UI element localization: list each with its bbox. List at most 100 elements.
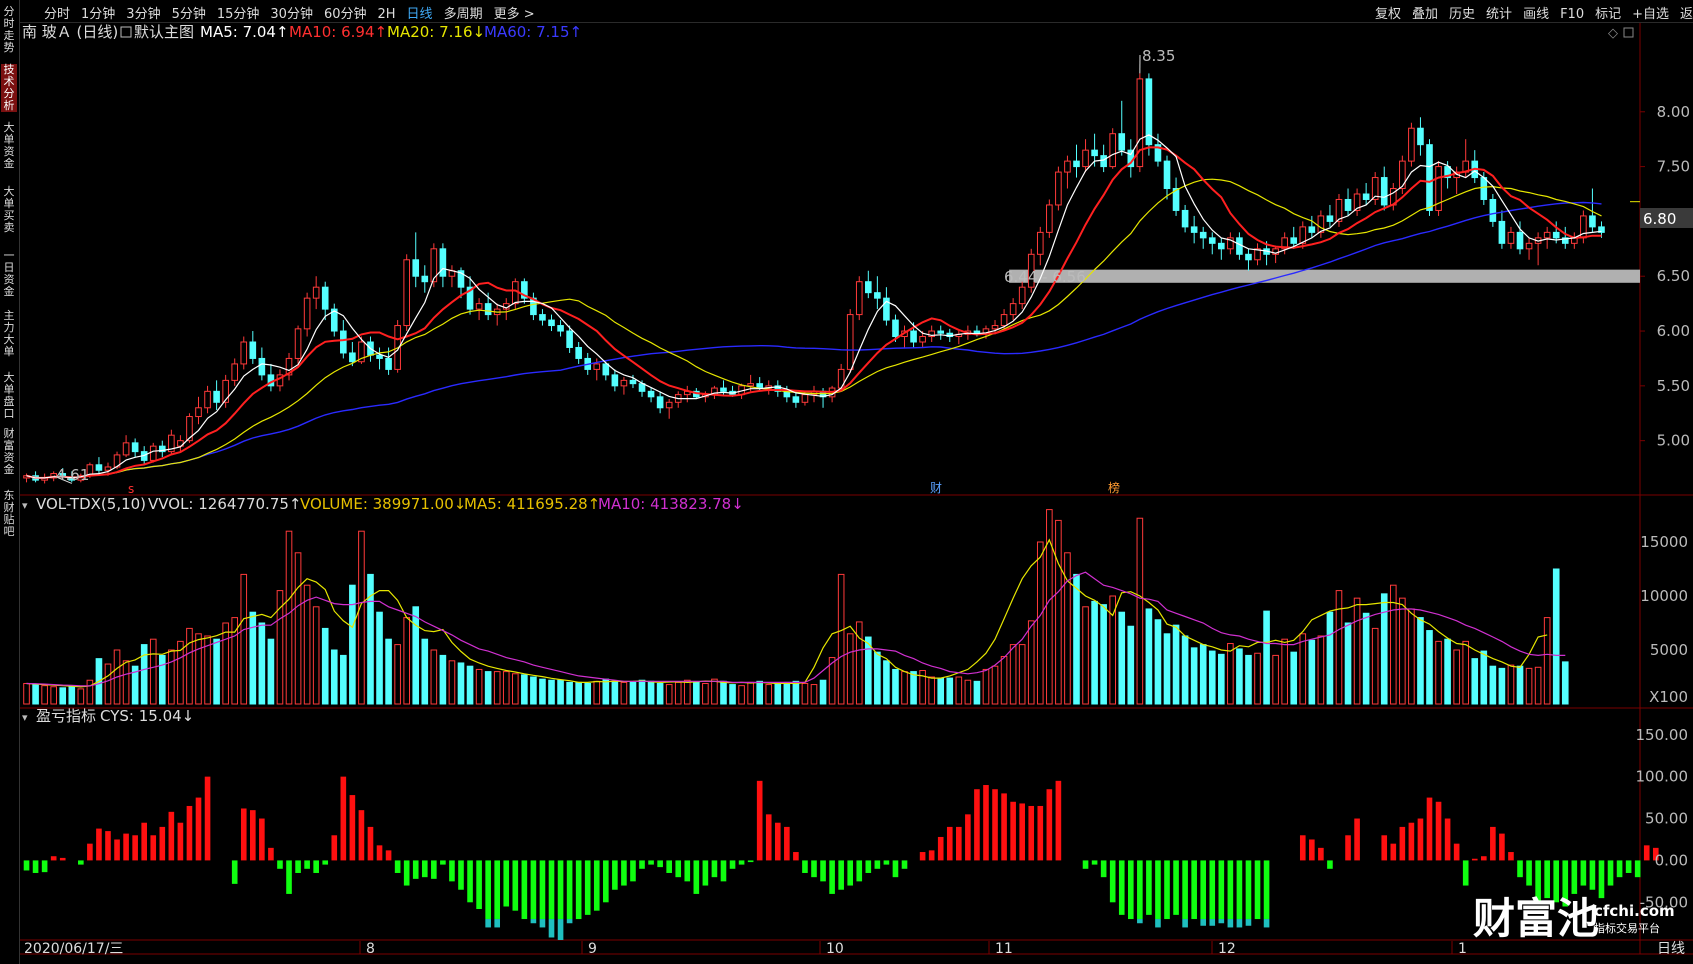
candle [611, 374, 619, 387]
volume-bar [566, 681, 573, 705]
volume-bar [1127, 625, 1135, 705]
tool-button-1[interactable]: 叠加 [1412, 3, 1438, 22]
period-tab-5[interactable]: 30分钟 [270, 3, 313, 22]
volume-bar [303, 584, 311, 705]
period-tab-10[interactable]: 更多 > [494, 3, 535, 22]
cys-bar [87, 843, 93, 861]
cys-bar [403, 860, 410, 886]
stock-chart[interactable]: ◇ 南 玻Ａ (日线) 默认主图 MA5: 7.04↑ MA10: 6.94↑ … [0, 0, 1693, 964]
period-tab-4[interactable]: 15分钟 [217, 3, 260, 22]
volume-bar [1353, 597, 1361, 705]
tool-button-8[interactable]: 返回 [1680, 3, 1693, 22]
volume-bar [1245, 654, 1252, 705]
period-button[interactable]: 日线 [1657, 941, 1685, 957]
period-tab-3[interactable]: 5分钟 [172, 3, 206, 22]
volume-bar [683, 679, 691, 705]
maximize-icon[interactable]: ◇ [1608, 26, 1618, 41]
cys-bar [1598, 860, 1605, 899]
sidebar-tab-6[interactable]: 大单盘口 [1, 372, 17, 420]
volume-bar [1498, 667, 1506, 705]
sidebar-tab-3[interactable]: 大单买卖 [1, 186, 17, 234]
candle [1018, 286, 1026, 305]
volume-bar [774, 682, 782, 705]
finance-marker[interactable]: 财 [930, 481, 942, 495]
vol-indicator-name[interactable]: VOL-TDX(5,10) [36, 495, 146, 513]
candle [421, 275, 429, 283]
cys-bar [431, 860, 437, 879]
cys-bar [340, 776, 347, 861]
cys-bar [1616, 860, 1623, 878]
sidebar-tab-8[interactable]: 东财贴吧 [1, 490, 17, 538]
period-tab-6[interactable]: 60分钟 [324, 3, 367, 22]
cys-bar [901, 860, 908, 869]
volume-bar [539, 678, 546, 705]
cys-bar [421, 860, 428, 878]
cys-bar [702, 860, 709, 886]
candle [1009, 303, 1017, 316]
billboard-marker[interactable]: 榜 [1108, 480, 1120, 495]
cys-bar [1471, 858, 1478, 861]
collapse-icon[interactable]: ▾ [22, 499, 28, 512]
volume-bar [285, 530, 293, 705]
sidebar-tab-7[interactable]: 财富资金 [1, 428, 17, 476]
candle [1046, 204, 1053, 233]
cys-bar [1508, 852, 1514, 861]
tool-button-4[interactable]: 画线 [1523, 3, 1549, 22]
tool-button-2[interactable]: 历史 [1449, 3, 1475, 22]
period-tab-0[interactable]: 分时 [44, 3, 70, 22]
period-tab-8[interactable]: 日线 [407, 3, 433, 22]
cys-bar [313, 860, 319, 873]
period-tab-2[interactable]: 3分钟 [126, 3, 160, 22]
cys-bar [1408, 822, 1415, 861]
sidebar-tab-1[interactable]: 技术分析 [1, 64, 17, 112]
volume-bar [358, 530, 365, 705]
cys-tick-label: 50.00 [1645, 810, 1688, 828]
candle [1552, 231, 1560, 239]
cys-bar [865, 860, 872, 873]
tool-button-3[interactable]: 统计 [1486, 3, 1512, 22]
sidebar-tab-4[interactable]: 一日资金 [1, 250, 17, 298]
candle [1091, 149, 1098, 157]
volume-bar [1543, 617, 1551, 705]
period-tab-9[interactable]: 多周期 [444, 3, 483, 22]
period-tab-7[interactable]: 2H [378, 7, 396, 22]
volume-bar [711, 678, 718, 705]
cys-bar [1426, 797, 1433, 861]
svg-text:MA60: 7.15↑: MA60: 7.15↑ [484, 23, 582, 41]
volume-bar [1181, 635, 1189, 705]
volume-bar [158, 654, 166, 705]
sidebar-tab-5[interactable]: 主力大单 [1, 310, 17, 358]
cys-bar [784, 826, 790, 861]
volume-bar [765, 684, 773, 705]
stock-name: 南 玻Ａ (日线) [22, 23, 118, 41]
sidebar-tab-0[interactable]: 分时走势 [1, 6, 17, 54]
svg-text:MA10: 413823.78↓: MA10: 413823.78↓ [598, 495, 744, 513]
volume-bar [810, 684, 818, 705]
candle [131, 442, 139, 453]
cys-indicator-name[interactable]: 盈亏指标 [36, 707, 96, 725]
volume-bar [819, 679, 827, 705]
tool-button-5[interactable]: F10 [1560, 7, 1584, 22]
volume-bar [466, 665, 474, 705]
volume-bar [475, 668, 483, 705]
main-indicator-label[interactable]: 默认主图 [134, 23, 194, 41]
tool-button-6[interactable]: 标记 [1595, 3, 1621, 22]
tool-button-0[interactable]: 复权 [1375, 3, 1401, 22]
candle [484, 303, 492, 316]
cys-bar [467, 860, 473, 903]
candle [249, 341, 257, 359]
period-tab-1[interactable]: 1分钟 [81, 3, 115, 22]
volume-bar [801, 682, 809, 705]
svg-text:MA5: 411695.28↑: MA5: 411695.28↑ [464, 495, 600, 513]
volume-bar [1073, 573, 1080, 705]
dividend-marker[interactable]: s [128, 482, 134, 496]
cys-bar [883, 860, 890, 865]
cys-bar [123, 833, 129, 861]
cys-bar [1109, 860, 1116, 903]
sidebar-tab-2[interactable]: 大单资金 [1, 122, 17, 170]
collapse-icon-2[interactable]: ▾ [22, 711, 28, 724]
candle [1380, 177, 1388, 206]
cys-bar [603, 860, 609, 903]
tool-button-7[interactable]: +自选 [1632, 3, 1669, 22]
volume-bar [50, 686, 57, 705]
